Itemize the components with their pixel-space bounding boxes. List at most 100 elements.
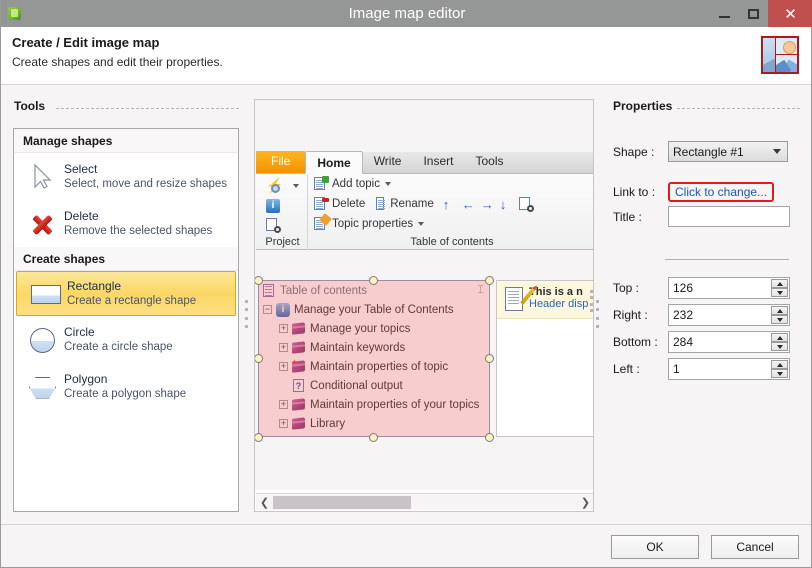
top-spin-up[interactable] (771, 279, 788, 288)
close-button[interactable]: ✕ (768, 0, 812, 27)
tree-node[interactable]: ? Conditional output (259, 376, 489, 395)
lightning-gear-icon[interactable]: ⚡ (266, 178, 299, 194)
group-header-manage-shapes: Manage shapes (14, 129, 238, 153)
scroll-track[interactable] (273, 495, 577, 509)
resize-handle-top-center[interactable] (369, 276, 378, 285)
left-spin-up[interactable] (771, 360, 788, 369)
link-change-button[interactable]: Click to change... (668, 182, 775, 202)
tree-node[interactable]: + Manage your topics (259, 319, 489, 338)
project-info-icon[interactable]: i (266, 199, 282, 215)
title-input[interactable] (668, 206, 790, 227)
tree-node[interactable]: + Maintain keywords (259, 338, 489, 357)
bottom-value: 284 (673, 335, 694, 349)
tool-item-circle[interactable]: Circle Create a circle shape (14, 316, 238, 363)
scroll-right-arrow[interactable]: ❯ (577, 496, 593, 509)
right-spin-up[interactable] (771, 306, 788, 315)
resize-handle-middle-left[interactable] (255, 354, 263, 363)
left-label: Left : (613, 362, 640, 376)
right-row: Right : 232 (613, 304, 790, 326)
move-right-icon[interactable]: → (481, 198, 494, 211)
tab-home[interactable]: Home (305, 151, 363, 174)
preview-icon[interactable] (518, 197, 534, 212)
expand-toggle[interactable]: + (279, 362, 288, 371)
question-icon: ? (292, 378, 306, 393)
tab-tools[interactable]: Tools (464, 151, 514, 173)
tree-node[interactable]: + Library (259, 414, 489, 433)
tab-file[interactable]: File (256, 151, 306, 173)
topic-properties-icon (314, 213, 332, 231)
tree-node[interactable]: + Maintain properties of your topics (259, 395, 489, 414)
tree-node[interactable]: + ✦ Maintain properties of topic (259, 357, 489, 376)
tool-item-polygon[interactable]: Polygon Create a polygon shape (14, 363, 238, 410)
shape-select[interactable]: Rectangle #1 (668, 141, 788, 162)
delete-x-icon (24, 208, 60, 240)
pane-splitter-dots[interactable] (590, 290, 593, 312)
title-bar: Image map editor ✕ (1, 0, 812, 27)
left-spinner[interactable]: 1 (668, 358, 790, 380)
project-search-icon[interactable] (266, 218, 282, 234)
expand-toggle[interactable]: + (279, 324, 288, 333)
tool-name: Select (64, 161, 98, 176)
tool-desc: Select, move and resize shapes (64, 177, 228, 190)
pin-icon[interactable]: ⌶ (477, 284, 484, 297)
top-spinner[interactable]: 126 (668, 277, 790, 299)
maximize-button[interactable] (739, 0, 768, 27)
footer-divider (1, 524, 811, 525)
chevron-down-icon (773, 149, 781, 154)
add-topic-button[interactable]: Add topic (314, 176, 391, 191)
top-spin-down[interactable] (771, 288, 788, 297)
bottom-row: Bottom : 284 (613, 331, 790, 353)
tree-node-label: Manage your topics (310, 322, 411, 335)
move-left-icon[interactable]: ← (462, 198, 475, 211)
tools-section-rule (56, 108, 239, 109)
expand-toggle[interactable]: + (279, 419, 288, 428)
scroll-thumb[interactable] (273, 495, 411, 509)
move-up-icon[interactable]: ↑ (443, 198, 456, 211)
resize-handle-bottom-left[interactable] (255, 433, 263, 442)
tab-write[interactable]: Write (363, 151, 413, 173)
link-row: Link to : Click to change... (613, 182, 775, 202)
cancel-button[interactable]: Cancel (711, 535, 799, 559)
right-splitter-handle[interactable] (596, 300, 599, 328)
minimize-button[interactable] (710, 0, 739, 27)
right-spinner[interactable]: 232 (668, 304, 790, 326)
right-spin-down[interactable] (771, 315, 788, 324)
resize-handle-bottom-right[interactable] (485, 433, 494, 442)
tool-item-rectangle[interactable]: Rectangle Create a rectangle shape (16, 271, 236, 316)
tree-node-label: Conditional output (310, 379, 403, 392)
tool-item-select[interactable]: Select Select, move and resize shapes (14, 153, 238, 200)
expand-toggle[interactable]: − (263, 305, 272, 314)
preview-image: File Home Write Insert Tools ⚡ i (255, 100, 593, 490)
bottom-spinner[interactable]: 284 (668, 331, 790, 353)
toc-tree-pane[interactable]: Table of contents ⌶ − i Manage your Tabl… (258, 280, 490, 437)
resize-handle-bottom-center[interactable] (369, 433, 378, 442)
ok-button[interactable]: OK (611, 535, 699, 559)
tool-item-delete[interactable]: Delete Remove the selected shapes (14, 200, 238, 247)
left-splitter-handle[interactable] (245, 300, 248, 328)
move-down-icon[interactable]: ↓ (500, 198, 513, 211)
image-preview-canvas[interactable]: File Home Write Insert Tools ⚡ i (254, 99, 594, 512)
tree-node[interactable]: − i Manage your Table of Contents (259, 300, 489, 319)
rename-topic-button[interactable]: Rename (374, 197, 434, 211)
tab-insert[interactable]: Insert (412, 151, 464, 173)
resize-handle-top-right[interactable] (485, 276, 494, 285)
expand-toggle[interactable]: + (279, 343, 288, 352)
delete-topic-button[interactable]: Delete (314, 197, 365, 211)
tool-name: Delete (64, 208, 99, 223)
scroll-left-arrow[interactable]: ❮ (256, 496, 273, 509)
app-icon (6, 5, 24, 23)
shape-label: Shape : (613, 144, 655, 159)
image-map-editor-window: Image map editor ✕ Create / Edit image m… (0, 0, 812, 568)
bottom-spin-down[interactable] (771, 342, 788, 351)
tool-name: Polygon (64, 371, 108, 386)
left-spin-down[interactable] (771, 369, 788, 378)
expand-toggle[interactable]: + (279, 400, 288, 409)
resize-handle-middle-right[interactable] (485, 354, 494, 363)
ribbon-group-label-project: Project (265, 236, 300, 248)
resize-handle-top-left[interactable] (255, 276, 263, 285)
tool-desc: Create a polygon shape (64, 387, 187, 400)
topic-link[interactable]: Header disp (529, 298, 588, 310)
bottom-spin-up[interactable] (771, 333, 788, 342)
preview-horizontal-scrollbar[interactable]: ❮ ❯ (256, 493, 593, 510)
topic-properties-button[interactable]: Topic properties (314, 213, 425, 231)
